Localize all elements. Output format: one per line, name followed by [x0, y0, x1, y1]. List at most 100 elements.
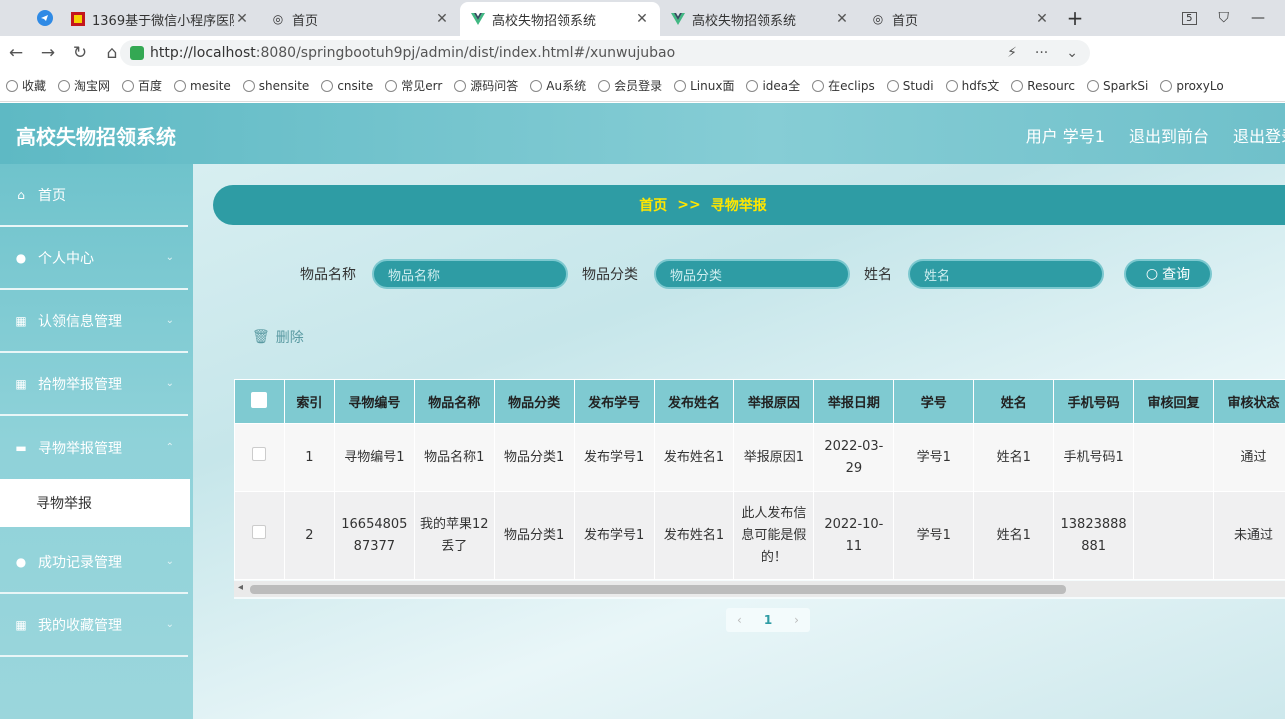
table-cell: 1: [283, 423, 335, 492]
minimize-icon[interactable]: —: [1251, 10, 1265, 26]
more-icon[interactable]: ···: [1035, 45, 1048, 61]
bookmark-item[interactable]: 常见err: [385, 77, 442, 94]
col-header[interactable]: 姓名: [973, 379, 1055, 424]
table-cell: 发布学号1: [573, 491, 655, 580]
col-header[interactable]: 手机号码: [1053, 379, 1135, 424]
sidebar-item-found-report[interactable]: ▦ 拾物举报管理 ⌄: [0, 353, 188, 416]
reload-icon[interactable]: ↻: [64, 43, 96, 63]
forward-icon[interactable]: →: [32, 43, 64, 63]
col-header[interactable]: 物品分类: [493, 379, 575, 424]
col-header[interactable]: 审核状态: [1212, 379, 1285, 424]
delete-button[interactable]: 🗑 删除: [252, 327, 304, 347]
bookmark-item[interactable]: mesite: [174, 79, 231, 93]
search-label-category: 物品分类: [582, 267, 638, 283]
red-square-icon: [70, 11, 86, 27]
item-name-input[interactable]: 物品名称: [372, 259, 568, 289]
col-header[interactable]: 学号: [893, 379, 975, 424]
sidebar-item-profile[interactable]: ● 个人中心 ⌄: [0, 227, 188, 290]
lightning-icon[interactable]: ⚡: [1007, 45, 1017, 61]
col-header[interactable]: 发布姓名: [653, 379, 735, 424]
sidebar: ⌂ 首页 ● 个人中心 ⌄ ▦ 认领信息管理 ⌄ ▦ 拾物举报管理 ⌄ ▬ 寻物…: [0, 164, 193, 719]
col-header[interactable]: 寻物编号: [333, 379, 415, 424]
star-icon: [6, 79, 18, 92]
table-row[interactable]: 1 寻物编号1 物品名称1 物品分类1 发布学号1 发布姓名1 举报原因1 20…: [234, 423, 1285, 492]
name-input[interactable]: 姓名: [908, 259, 1104, 289]
bookmark-icon: [598, 79, 611, 92]
close-icon[interactable]: ✕: [434, 11, 450, 27]
category-input[interactable]: 物品分类: [654, 259, 850, 289]
sidebar-item-lost-report[interactable]: ▬ 寻物举报管理 ⌃: [0, 416, 188, 479]
prev-page-icon[interactable]: ‹: [737, 613, 742, 627]
tab-count-badge[interactable]: 5: [1182, 11, 1197, 25]
user-label: 用户 学号1: [1025, 127, 1105, 146]
scrollbar-thumb[interactable]: [250, 585, 1066, 594]
bookmark-item[interactable]: Resourc: [1011, 79, 1075, 93]
exit-login-link[interactable]: 退出登录: [1233, 123, 1285, 147]
bookmark-item[interactable]: proxyLo: [1160, 79, 1224, 93]
horizontal-scrollbar[interactable]: ◂: [234, 581, 1285, 597]
row-checkbox[interactable]: [234, 423, 285, 492]
bookmark-item[interactable]: 源码问答: [454, 77, 518, 94]
close-icon[interactable]: ✕: [634, 11, 650, 27]
sidebar-item-favorites[interactable]: ▦ 我的收藏管理 ⌄: [0, 594, 188, 657]
table-row[interactable]: 2 1665480587377 我的苹果12丢了 物品分类1 发布学号1 发布姓…: [234, 491, 1285, 580]
row-checkbox[interactable]: [234, 491, 285, 580]
close-icon[interactable]: ✕: [1034, 11, 1050, 27]
bookmark-item[interactable]: hdfs文: [945, 77, 999, 94]
table-cell: 我的苹果12丢了: [413, 491, 495, 580]
bookmark-item[interactable]: 淘宝网: [58, 77, 110, 94]
chevron-down-icon: ⌄: [165, 252, 174, 263]
telegram-icon[interactable]: [30, 9, 60, 27]
url-field[interactable]: http://localhost:8080/springbootuh9pj/ad…: [120, 40, 1090, 66]
search-form: 物品名称 物品名称 物品分类 物品分类 姓名 姓名 ○ 查询: [300, 259, 1212, 289]
col-header[interactable]: 发布学号: [573, 379, 655, 424]
bookmark-item[interactable]: Au系统: [530, 77, 586, 94]
back-icon[interactable]: ←: [0, 43, 32, 63]
home-icon: ⌂: [17, 187, 25, 202]
select-all-checkbox[interactable]: [234, 379, 285, 424]
close-icon[interactable]: ✕: [834, 11, 850, 27]
sidebar-item-claim[interactable]: ▦ 认领信息管理 ⌄: [0, 290, 188, 353]
breadcrumb-home[interactable]: 首页: [639, 195, 667, 215]
new-tab-button[interactable]: +: [1060, 6, 1090, 30]
query-button[interactable]: ○ 查询: [1124, 259, 1212, 289]
globe-icon: ◎: [872, 12, 884, 26]
bookmark-item[interactable]: 会员登录: [598, 77, 662, 94]
col-header[interactable]: 索引: [283, 379, 335, 424]
col-header[interactable]: 审核回复: [1133, 379, 1214, 424]
browser-tabbar: 1369基于微信小程序医院 ✕ ◎ 首页 ✕ 高校失物招领系统 ✕ 高校失物招领…: [0, 0, 1285, 36]
sidebar-subitem-lost-report[interactable]: 寻物举报: [0, 479, 190, 527]
next-page-icon[interactable]: ›: [794, 613, 799, 627]
browser-tab-1[interactable]: ◎ 首页 ✕: [260, 2, 460, 36]
bookmark-item[interactable]: Linux面: [674, 77, 734, 94]
col-header[interactable]: 物品名称: [413, 379, 495, 424]
table-cell: 13823888881: [1053, 491, 1135, 580]
bookmark-icon: [1086, 79, 1099, 92]
sidebar-item-home[interactable]: ⌂ 首页: [0, 164, 188, 227]
scroll-left-icon[interactable]: ◂: [238, 582, 243, 593]
shirt-icon[interactable]: ⛉: [1219, 10, 1230, 26]
browser-tab-0[interactable]: 1369基于微信小程序医院 ✕: [60, 2, 260, 36]
browser-tab-3[interactable]: 高校失物招领系统 ✕: [660, 2, 860, 36]
bookmark-item[interactable]: cnsite: [321, 79, 373, 93]
bookmark-item[interactable]: 收藏: [6, 77, 46, 94]
bookmark-item[interactable]: 百度: [122, 77, 162, 94]
col-header[interactable]: 举报日期: [813, 379, 895, 424]
bookmark-item[interactable]: idea全: [746, 77, 800, 94]
bookmark-item[interactable]: shensite: [242, 79, 309, 93]
app-title: 高校失物招领系统: [16, 125, 176, 149]
bookmark-item[interactable]: SparkSi: [1086, 79, 1148, 93]
bookmark-item[interactable]: Studi: [886, 79, 934, 93]
bookmark-icon: [945, 79, 958, 92]
browser-tab-4[interactable]: ◎ 首页 ✕: [860, 2, 1060, 36]
chevron-down-icon[interactable]: ⌄: [1066, 45, 1078, 61]
sidebar-item-success[interactable]: ● 成功记录管理 ⌄: [0, 531, 188, 594]
close-icon[interactable]: ✕: [234, 11, 250, 27]
col-header[interactable]: 举报原因: [733, 379, 815, 424]
exit-front-link[interactable]: 退出到前台: [1129, 123, 1209, 147]
table-cell: 未通过: [1212, 491, 1285, 580]
page-number[interactable]: 1: [764, 613, 772, 627]
browser-tab-2[interactable]: 高校失物招领系统 ✕: [460, 2, 660, 36]
bookmark-item[interactable]: 在eclips: [812, 77, 875, 94]
address-bar-row: ← → ↻ ⌂ http://localhost:8080/springboot…: [0, 36, 1285, 98]
